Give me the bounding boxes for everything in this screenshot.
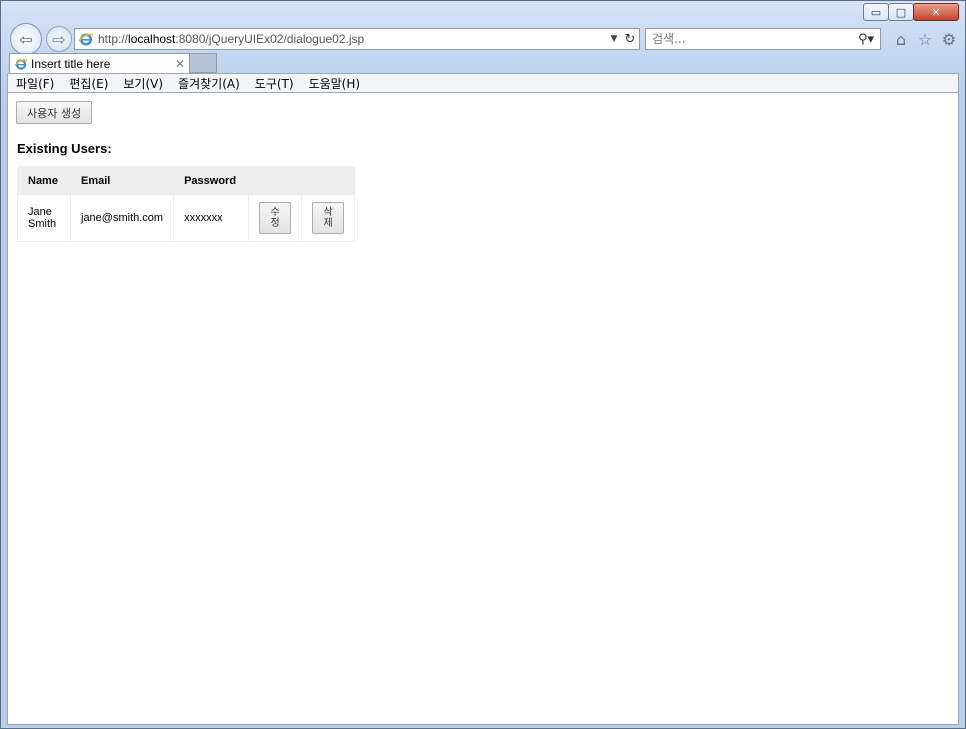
new-tab-button[interactable] (190, 53, 217, 73)
gear-icon[interactable]: ⚙ (937, 28, 961, 50)
column-header-delete (301, 166, 356, 195)
create-user-button[interactable]: 사용자 생성 (16, 101, 93, 124)
menu-tools[interactable]: 도구(T) (247, 75, 301, 92)
edit-user-button[interactable]: 수정 (259, 202, 292, 234)
column-header-email: Email (69, 166, 175, 195)
ie-logo-icon (14, 58, 28, 70)
forward-arrow-icon: ⇨ (52, 29, 66, 49)
ie-logo-icon (78, 33, 94, 46)
search-box[interactable]: ⚲▾ (645, 28, 881, 50)
user-email-cell: jane@smith.com (69, 194, 175, 242)
users-table: Name Email Password Jane Smith jane@smit… (17, 166, 356, 242)
address-bar[interactable]: http://localhost:8080/jQueryUIEx02/dialo… (74, 28, 640, 50)
toolbar-icons: ⌂ ☆ ⚙ (889, 28, 961, 50)
delete-cell: 삭제 (301, 194, 356, 242)
refresh-icon[interactable]: ↻ (621, 32, 639, 47)
menu-bar: 파일(F) 편집(E) 보기(V) 즐겨찾기(A) 도구(T) 도움말(H) (7, 73, 959, 93)
back-button[interactable]: ⇦ (10, 23, 42, 55)
delete-user-button[interactable]: 삭제 (312, 202, 345, 234)
back-arrow-icon: ⇦ (19, 29, 33, 49)
minimize-button[interactable]: ▭ (863, 3, 889, 21)
close-button[interactable]: ✕ (913, 3, 959, 21)
browser-window: ▭ □ ✕ ⇦ ⇨ http://localhost:8080/jQueryUI… (0, 0, 966, 729)
tab-title: Insert title here (31, 56, 111, 71)
column-header-name: Name (17, 166, 71, 195)
search-input[interactable] (646, 32, 858, 46)
address-url[interactable]: http://localhost:8080/jQueryUIEx02/dialo… (98, 32, 607, 46)
table-row: Jane Smith jane@smith.com xxxxxxx 수정 삭제 (17, 194, 356, 242)
tab-close-icon[interactable]: ✕ (171, 57, 189, 71)
existing-users-heading: Existing Users: (17, 141, 112, 156)
table-header-row: Name Email Password (17, 166, 356, 195)
menu-help[interactable]: 도움말(H) (301, 75, 368, 92)
user-name-cell: Jane Smith (17, 194, 71, 242)
maximize-button[interactable]: □ (888, 3, 914, 21)
menu-file[interactable]: 파일(F) (8, 75, 61, 92)
edit-cell: 수정 (248, 194, 303, 242)
column-header-edit (248, 166, 303, 195)
forward-button[interactable]: ⇨ (46, 26, 72, 52)
menu-favorites[interactable]: 즐겨찾기(A) (170, 75, 247, 92)
browser-tab[interactable]: Insert title here ✕ (9, 53, 190, 73)
page-content: 사용자 생성 Existing Users: Name Email Passwo… (7, 93, 959, 725)
menu-view[interactable]: 보기(V) (115, 75, 170, 92)
user-password-cell: xxxxxxx (173, 194, 250, 242)
window-controls: ▭ □ ✕ (863, 3, 959, 21)
address-dropdown-icon[interactable]: ▼ (607, 34, 621, 44)
favorites-star-icon[interactable]: ☆ (913, 28, 937, 50)
search-icon[interactable]: ⚲▾ (858, 32, 880, 47)
menu-edit[interactable]: 편집(E) (61, 75, 115, 92)
home-icon[interactable]: ⌂ (889, 28, 913, 50)
column-header-password: Password (173, 166, 250, 195)
